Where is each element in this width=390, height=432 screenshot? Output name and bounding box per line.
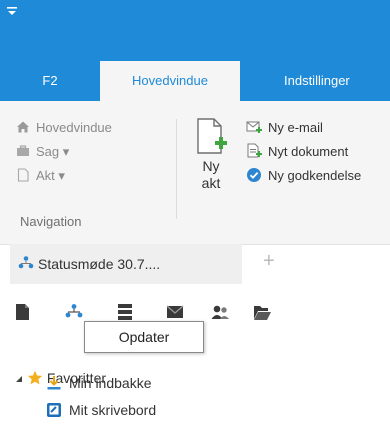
list-view-icon[interactable] [115, 303, 135, 321]
ribbon-panel: Hovedvindue Sag ▾ Akt ▾ Navigation Ny ak… [0, 101, 390, 245]
new-document-plus-icon [197, 118, 227, 154]
meeting-icon [18, 256, 34, 269]
nav-akt-label: Akt ▾ [36, 168, 65, 183]
new-approval-button[interactable]: Ny godkendelse [246, 165, 361, 187]
navigation-group-label: Navigation [20, 214, 82, 229]
ribbon-tabstrip: F2 Hovedvindue Indstillinger [0, 61, 390, 101]
tree-item-min-indbakke-label: Min indbakke [69, 375, 152, 391]
new-email-button[interactable]: Ny e-mail [246, 117, 323, 139]
desk-icon [47, 403, 61, 417]
tab-hovedvindue[interactable]: Hovedvindue [100, 61, 240, 101]
nav-akt-dropdown[interactable]: Akt ▾ [16, 166, 65, 186]
refresh-tooltip: Opdater [84, 321, 204, 353]
document-filled-icon[interactable] [13, 303, 33, 321]
mail-icon[interactable] [165, 303, 185, 321]
tab-indstillinger[interactable]: Indstillinger [268, 61, 390, 101]
folder-open-icon[interactable] [252, 303, 272, 321]
document-tab-label: Statusmøde 30.7.... [38, 256, 161, 272]
tree-item-mit-skrivebord[interactable]: Mit skrivebord [46, 399, 156, 421]
tree-item-mit-skrivebord-label: Mit skrivebord [69, 402, 157, 418]
document-icon [17, 168, 29, 182]
home-icon [17, 121, 29, 133]
new-email-label: Ny e-mail [268, 120, 323, 135]
add-tab-button[interactable]: + [263, 251, 275, 271]
ribbon-separator [176, 119, 177, 219]
new-act-label-line2: akt [201, 175, 221, 191]
inbox-icon [47, 376, 61, 390]
new-act-button[interactable]: Ny akt [186, 117, 236, 192]
favorites-star-icon [27, 370, 43, 385]
nav-sag-label: Sag ▾ [36, 144, 70, 159]
users-icon[interactable] [210, 303, 230, 321]
new-document-label: Nyt dokument [268, 144, 349, 159]
document-add-icon [247, 143, 262, 158]
new-document-button[interactable]: Nyt dokument [246, 141, 348, 163]
nav-sag-dropdown[interactable]: Sag ▾ [16, 142, 69, 162]
email-add-icon [246, 121, 262, 133]
case-icon [17, 145, 29, 156]
nav-hovedvindue-label: Hovedvindue [36, 120, 112, 135]
nav-hovedvindue-button[interactable]: Hovedvindue [16, 118, 112, 138]
quick-access-dropdown-icon[interactable] [5, 4, 19, 18]
tree-item-min-indbakke[interactable]: Min indbakke [46, 372, 152, 394]
new-approval-label: Ny godkendelse [268, 168, 362, 183]
refresh-hierarchy-icon[interactable] [64, 303, 84, 321]
tab-f2[interactable]: F2 [0, 61, 100, 101]
collapse-arrow-icon[interactable] [15, 375, 23, 383]
approval-icon [247, 168, 261, 182]
new-act-label-line1: Ny [202, 158, 220, 174]
document-tab-statusmode[interactable]: Statusmøde 30.7.... [10, 244, 242, 284]
